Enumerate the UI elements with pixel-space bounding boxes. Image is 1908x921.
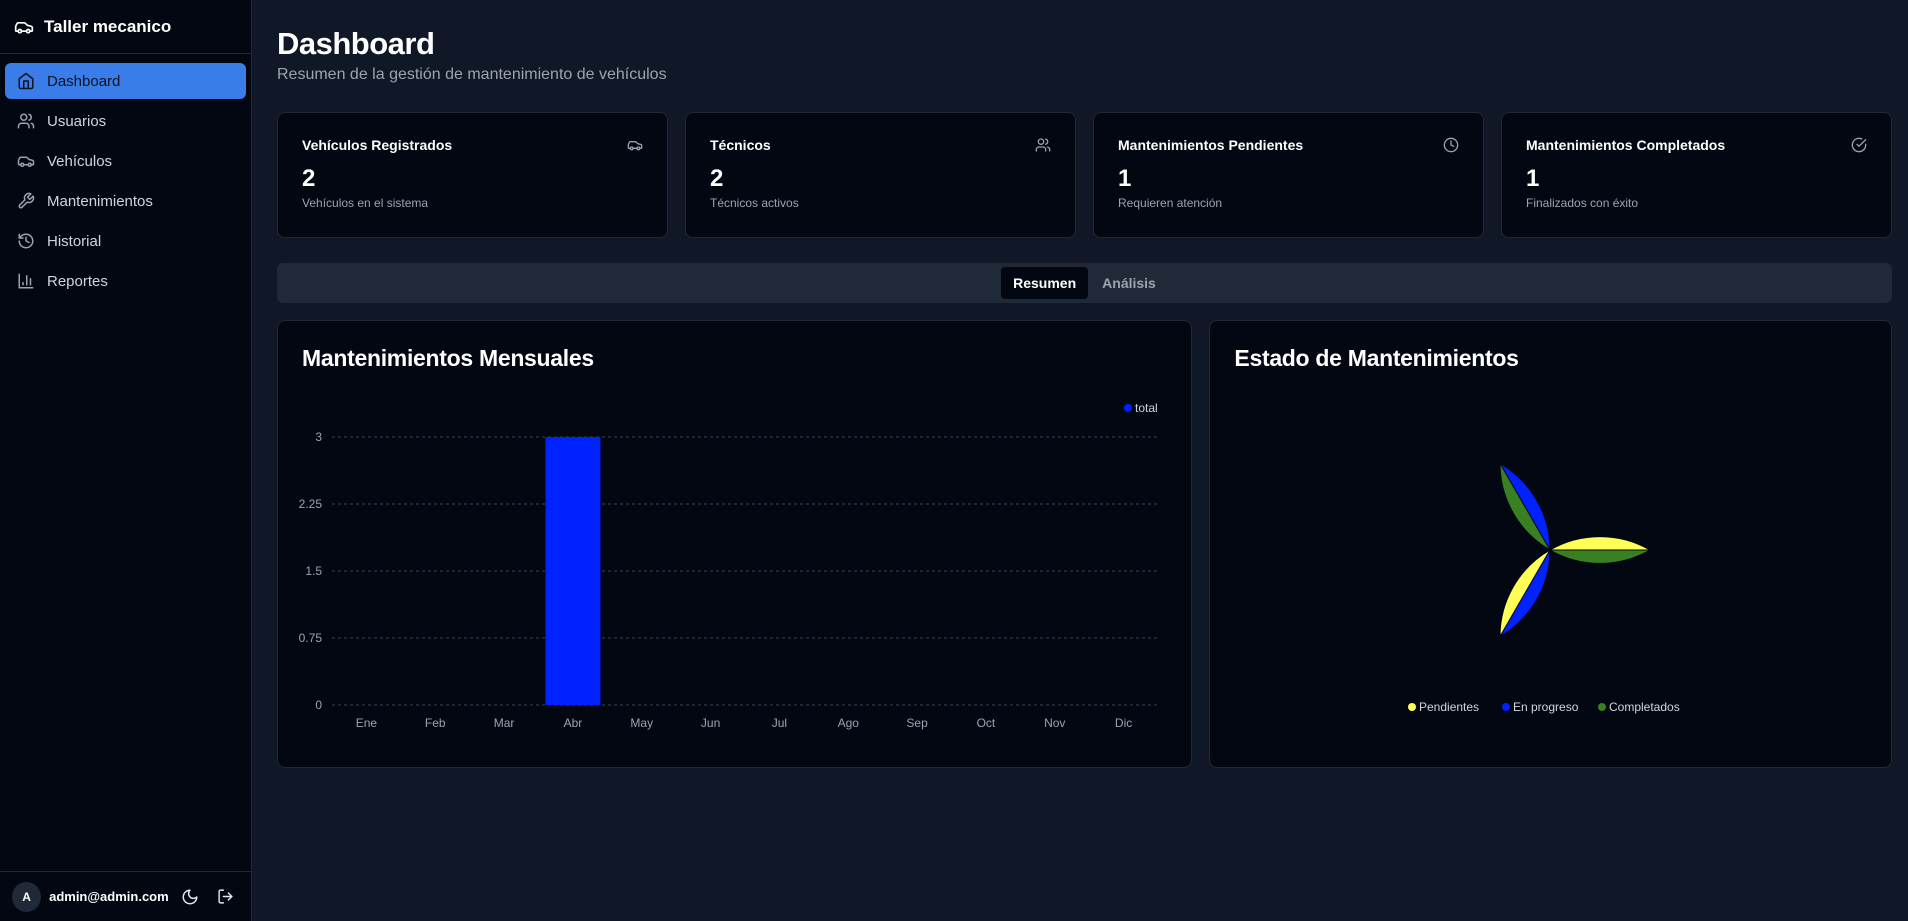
sidebar-item-label: Vehículos bbox=[47, 152, 113, 170]
x-tick-label: Jun bbox=[701, 716, 720, 730]
car-icon bbox=[17, 152, 35, 170]
bar-chart: 0 0.75 1.5 2.25 3 Ene Feb Mar Abr May Jun Jul Ago Sep… bbox=[299, 401, 1158, 730]
user-email: admin@admin.com bbox=[49, 889, 169, 904]
stat-label: Técnicos bbox=[710, 137, 771, 153]
sidebar-item-label: Usuarios bbox=[47, 112, 107, 130]
stat-desc: Técnicos activos bbox=[710, 196, 799, 210]
page-title: Dashboard bbox=[277, 26, 435, 61]
x-tick-label: Sep bbox=[906, 716, 928, 730]
legend-label: Completados bbox=[1609, 700, 1680, 714]
y-tick-label: 3 bbox=[315, 430, 322, 444]
sidebar-item-usuarios[interactable]: Usuarios bbox=[5, 103, 246, 139]
y-tick-label: 0 bbox=[315, 698, 322, 712]
stat-desc: Vehículos en el sistema bbox=[302, 196, 429, 210]
x-tick-label: Oct bbox=[977, 716, 996, 730]
legend-marker bbox=[1598, 703, 1607, 711]
pie-chart: Pendientes En progreso Completados bbox=[1408, 461, 1680, 714]
y-tick-label: 1.5 bbox=[305, 564, 322, 578]
page-subtitle: Resumen de la gestión de mantenimiento d… bbox=[277, 66, 667, 83]
sidebar-nav: Dashboard Usuarios Vehículos Mantenimien… bbox=[0, 54, 251, 308]
x-tick-label: May bbox=[630, 716, 653, 730]
sidebar-item-historial[interactable]: Historial bbox=[5, 223, 246, 259]
legend-marker bbox=[1408, 703, 1417, 711]
brand: Taller mecanico bbox=[0, 0, 251, 54]
sidebar-item-dashboard[interactable]: Dashboard bbox=[5, 63, 246, 99]
stat-value: 2 bbox=[710, 165, 724, 192]
legend-label: Pendientes bbox=[1419, 700, 1479, 714]
home-icon bbox=[17, 72, 35, 90]
sidebar-item-label: Reportes bbox=[47, 272, 108, 290]
x-tick-label: Feb bbox=[425, 716, 446, 730]
main-content: Dashboard Resumen de la gestión de mante… bbox=[252, 0, 1908, 921]
stat-value: 1 bbox=[1526, 165, 1540, 192]
stat-card-completados: Mantenimientos Completados 1 Finalizados… bbox=[1501, 112, 1892, 238]
app-title: Taller mecanico bbox=[44, 16, 172, 36]
tab-analisis[interactable]: Análisis bbox=[1090, 267, 1168, 299]
car-icon bbox=[14, 17, 34, 37]
x-tick-label: Dic bbox=[1115, 716, 1132, 730]
users-icon bbox=[1035, 137, 1051, 153]
stat-value: 1 bbox=[1118, 165, 1132, 192]
stats-row: Vehículos Registrados 2 Vehículos en el … bbox=[277, 112, 1892, 238]
logout-icon bbox=[217, 888, 234, 905]
stat-card-tecnicos: Técnicos 2 Técnicos activos bbox=[685, 112, 1076, 238]
app-root: Taller mecanico Dashboard Usuarios Vehíc… bbox=[0, 0, 1908, 921]
stat-card-vehiculos: Vehículos Registrados 2 Vehículos en el … bbox=[277, 112, 668, 238]
x-tick-label: Ago bbox=[838, 716, 860, 730]
bar bbox=[545, 437, 601, 705]
legend-label: En progreso bbox=[1513, 700, 1579, 714]
sidebar-item-label: Historial bbox=[47, 232, 102, 250]
x-tick-label: Mar bbox=[494, 716, 515, 730]
sidebar-item-vehiculos[interactable]: Vehículos bbox=[5, 143, 246, 179]
logout-button[interactable] bbox=[212, 883, 239, 911]
stat-value: 2 bbox=[302, 165, 316, 192]
stat-card-pendientes: Mantenimientos Pendientes 1 Requieren at… bbox=[1093, 112, 1484, 238]
bar-chart-card: Mantenimientos Mensuales 0 0.75 1.5 2.25 3 En… bbox=[277, 320, 1193, 768]
tab-resumen[interactable]: Resumen bbox=[1001, 267, 1089, 299]
x-tick-label: Jul bbox=[772, 716, 787, 730]
x-tick-label: Nov bbox=[1044, 716, 1065, 730]
legend-marker bbox=[1124, 404, 1132, 412]
sidebar-item-label: Mantenimientos bbox=[47, 192, 153, 210]
y-tick-label: 0.75 bbox=[299, 631, 323, 645]
sidebar-item-reportes[interactable]: Reportes bbox=[5, 263, 246, 299]
legend-marker bbox=[1502, 703, 1511, 711]
bar-chart-icon bbox=[17, 272, 35, 290]
sidebar-footer: A admin@admin.com bbox=[0, 871, 251, 921]
wrench-icon bbox=[17, 192, 35, 210]
theme-toggle-button[interactable] bbox=[177, 883, 204, 911]
users-icon bbox=[17, 112, 35, 130]
y-tick-label: 2.25 bbox=[299, 497, 323, 511]
avatar[interactable]: A bbox=[12, 881, 42, 912]
pie-chart-card: Estado de Mantenimientos Pendientes En pr… bbox=[1209, 320, 1892, 768]
check-circle-icon bbox=[1851, 137, 1867, 153]
x-tick-label: Abr bbox=[564, 716, 583, 730]
sidebar-item-mantenimientos[interactable]: Mantenimientos bbox=[5, 183, 246, 219]
charts-row: Mantenimientos Mensuales 0 0.75 1.5 2.25 3 En… bbox=[277, 320, 1892, 768]
sidebar-item-label: Dashboard bbox=[47, 72, 121, 90]
stat-label: Mantenimientos Pendientes bbox=[1118, 137, 1304, 153]
stat-label: Vehículos Registrados bbox=[302, 137, 453, 153]
stat-desc: Finalizados con éxito bbox=[1526, 196, 1639, 210]
sidebar: Taller mecanico Dashboard Usuarios Vehíc… bbox=[0, 0, 252, 921]
tabs-bar: Resumen Análisis bbox=[277, 263, 1892, 303]
car-icon bbox=[627, 137, 643, 153]
x-tick-label: Ene bbox=[356, 716, 378, 730]
moon-icon bbox=[181, 888, 199, 906]
history-icon bbox=[17, 232, 35, 250]
clock-icon bbox=[1443, 137, 1459, 153]
legend-label: total bbox=[1135, 401, 1158, 415]
stat-desc: Requieren atención bbox=[1118, 196, 1223, 210]
stat-label: Mantenimientos Completados bbox=[1526, 137, 1726, 153]
